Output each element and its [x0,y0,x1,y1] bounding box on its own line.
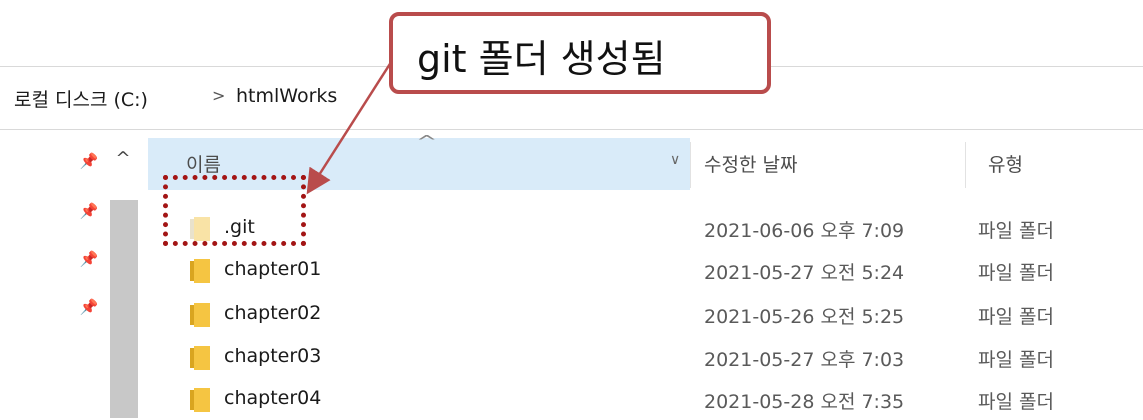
file-type: 파일 폴더 [978,262,1054,284]
column-header-type[interactable]: 유형 [988,150,1023,177]
list-item[interactable]: chapter01 2021-05-27 오전 5:24 파일 폴더 [148,249,1143,291]
annotation-text: git 폴더 생성됨 [417,37,666,81]
file-type: 파일 폴더 [978,349,1054,371]
file-name: chapter03 [224,345,322,367]
pin-icon[interactable]: 📌 [78,150,100,172]
list-item[interactable]: chapter02 2021-05-26 오전 5:25 파일 폴더 [148,293,1143,335]
scrollbar-thumb[interactable] [110,200,138,418]
annotation-callout: git 폴더 생성됨 [389,12,771,94]
column-divider[interactable] [690,142,691,188]
breadcrumb-separator-icon[interactable]: > [212,86,225,105]
highlight-box [163,175,306,246]
pin-icon[interactable]: 📌 [78,200,100,222]
file-name: chapter02 [224,302,322,324]
file-name: chapter04 [224,387,322,409]
folder-icon [190,346,210,370]
file-type: 파일 폴더 [978,391,1054,413]
pin-icon[interactable]: 📌 [78,296,100,318]
folder-icon [190,259,210,283]
breadcrumb-folder[interactable]: htmlWorks [236,85,337,107]
file-name: chapter01 [224,258,322,280]
folder-icon [190,303,210,327]
file-modified: 2021-05-26 오전 5:25 [704,306,905,328]
column-header-name-label: 이름 [186,154,221,176]
pin-icon[interactable]: 📌 [78,248,100,270]
list-item[interactable]: chapter04 2021-05-28 오전 7:35 파일 폴더 [148,378,1143,420]
scroll-up-icon[interactable]: ^ [110,146,136,172]
file-type: 파일 폴더 [978,306,1054,328]
sort-ascending-icon: ^ [415,132,438,151]
chevron-down-icon[interactable]: ∨ [670,152,680,168]
column-divider[interactable] [965,142,966,188]
file-modified: 2021-05-28 오전 7:35 [704,391,905,413]
folder-icon [190,388,210,412]
list-item[interactable]: chapter03 2021-05-27 오후 7:03 파일 폴더 [148,336,1143,378]
file-type: 파일 폴더 [978,220,1054,242]
file-modified: 2021-06-06 오후 7:09 [704,220,905,242]
breadcrumb-drive[interactable]: 로컬 디스크 (C:) [14,85,148,112]
file-modified: 2021-05-27 오후 7:03 [704,349,905,371]
file-modified: 2021-05-27 오전 5:24 [704,262,905,284]
column-header-modified[interactable]: 수정한 날짜 [704,150,797,177]
